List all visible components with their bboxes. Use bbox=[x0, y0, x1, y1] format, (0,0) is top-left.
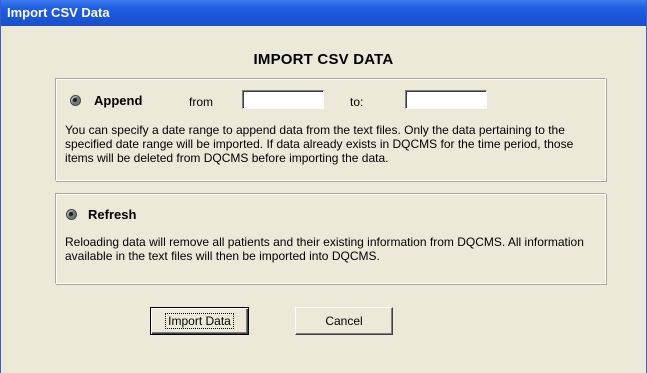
from-date-input[interactable] bbox=[242, 90, 324, 109]
import-csv-dialog: Import CSV Data IMPORT CSV DATA Append f… bbox=[0, 0, 647, 373]
refresh-label[interactable]: Refresh bbox=[88, 207, 136, 222]
from-label: from bbox=[189, 95, 213, 109]
append-description: You can specify a date range to append d… bbox=[65, 123, 574, 165]
refresh-description: Reloading data will remove all patients … bbox=[65, 235, 584, 263]
append-label[interactable]: Append bbox=[94, 93, 142, 108]
to-label: to: bbox=[350, 95, 364, 109]
to-date-input[interactable] bbox=[405, 90, 487, 109]
title-bar[interactable]: Import CSV Data bbox=[1, 0, 646, 26]
import-data-label: Import Data bbox=[165, 313, 234, 329]
dialog-heading: IMPORT CSV DATA bbox=[253, 51, 394, 68]
window-title: Import CSV Data bbox=[7, 5, 110, 20]
cancel-button[interactable]: Cancel bbox=[295, 307, 393, 335]
import-data-button[interactable]: Import Data bbox=[150, 307, 249, 335]
refresh-radio[interactable] bbox=[66, 209, 77, 220]
append-radio[interactable] bbox=[70, 95, 81, 106]
